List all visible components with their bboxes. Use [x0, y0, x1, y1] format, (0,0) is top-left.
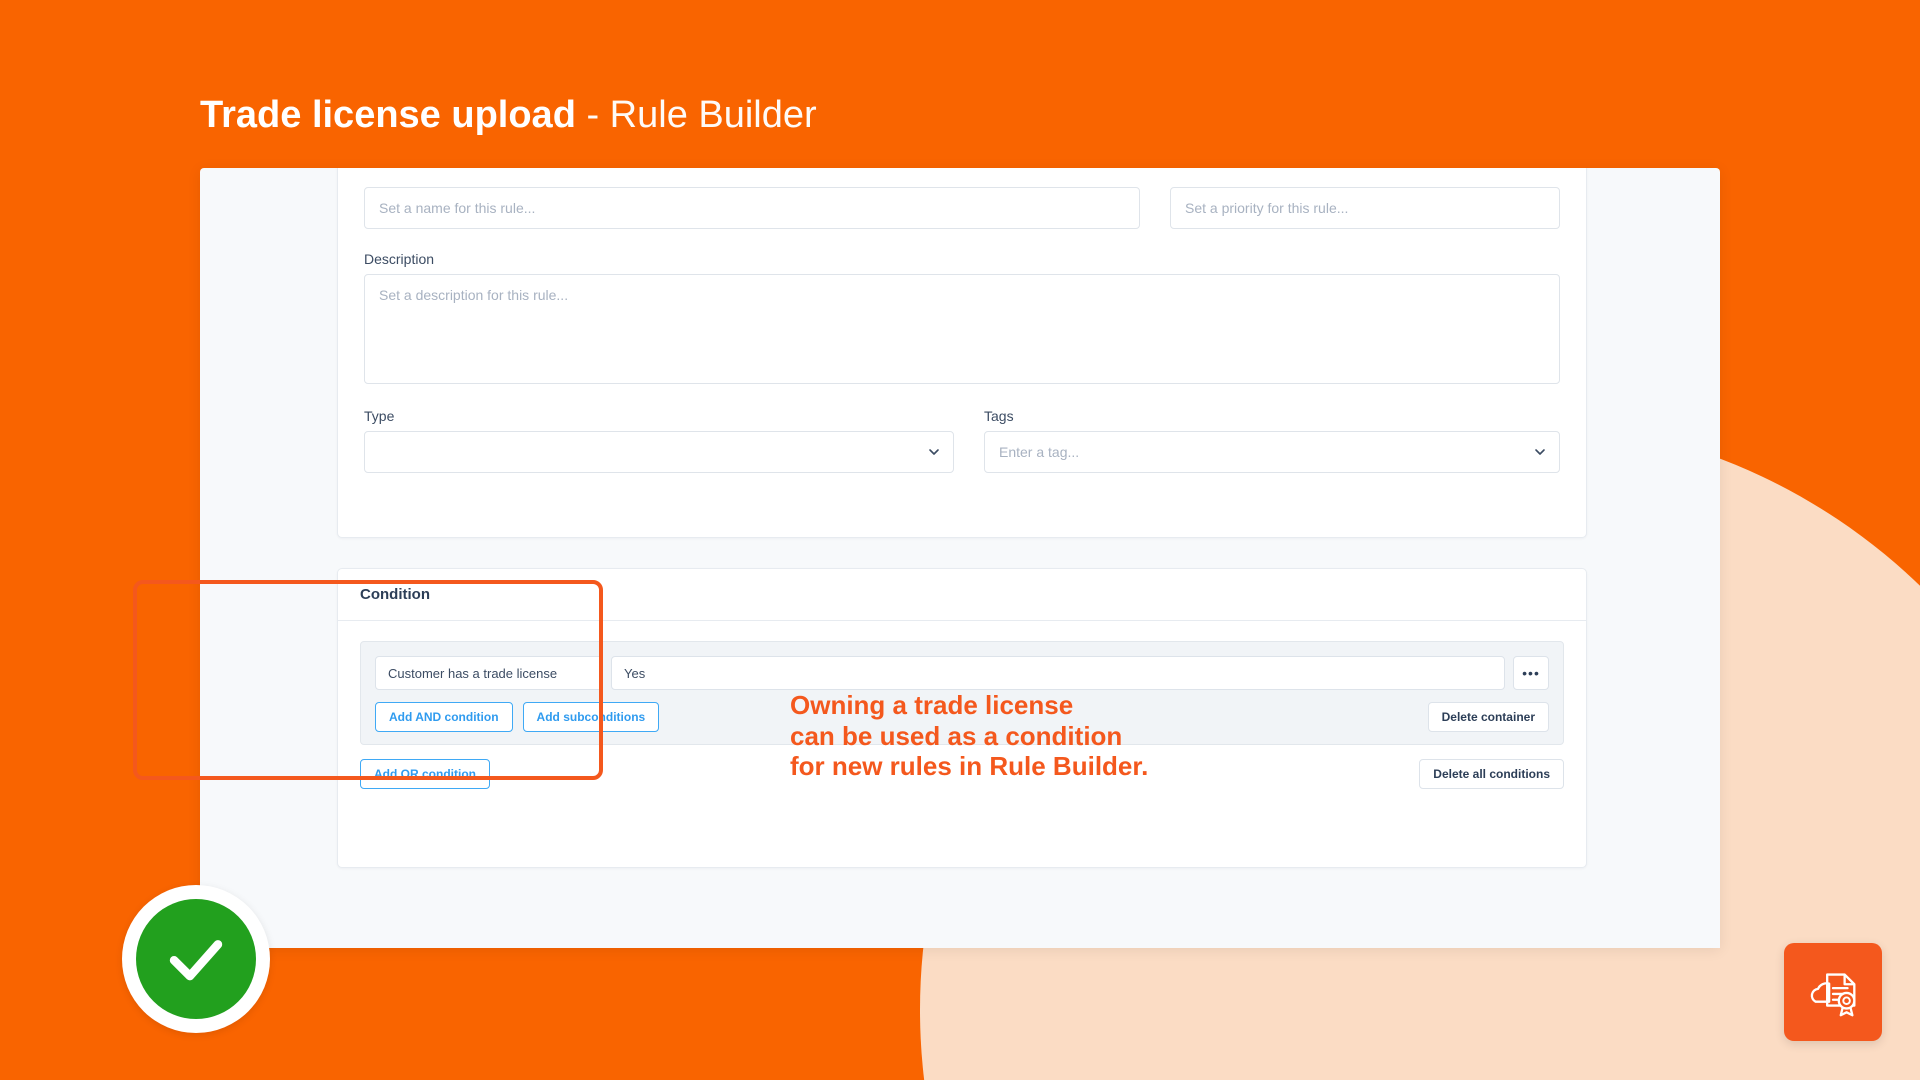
- general-info-panel: Set a name for this rule... Set a priori…: [337, 168, 1587, 538]
- description-label: Description: [364, 251, 435, 267]
- tags-select[interactable]: Enter a tag...: [984, 431, 1560, 473]
- type-label: Type: [364, 408, 395, 424]
- description-field: Description Set a description for this r…: [364, 251, 1560, 384]
- page-title-light: - Rule Builder: [575, 94, 817, 136]
- type-select[interactable]: [364, 431, 954, 473]
- type-tags-row: Type Tags Enter a tag...: [364, 408, 1560, 473]
- condition-row: Customer has a trade license Yes •••: [375, 656, 1549, 690]
- add-and-condition-button[interactable]: Add AND condition: [375, 702, 513, 732]
- annotation-line-2: can be used as a condition: [790, 720, 1123, 751]
- tags-field: Tags Enter a tag...: [984, 408, 1560, 473]
- rule-name-input[interactable]: Set a name for this rule...: [364, 187, 1140, 229]
- check-icon: [136, 899, 256, 1019]
- rule-name-field: Set a name for this rule...: [364, 187, 1140, 229]
- annotation-line-1: Owning a trade license: [790, 690, 1074, 720]
- app-card: Set a name for this rule... Set a priori…: [200, 168, 1720, 948]
- description-textarea[interactable]: Set a description for this rule...: [364, 274, 1560, 384]
- condition-value-input[interactable]: Yes: [611, 656, 1505, 690]
- rule-priority-input[interactable]: Set a priority for this rule...: [1170, 187, 1560, 229]
- type-field: Type: [364, 408, 954, 473]
- delete-container-button[interactable]: Delete container: [1427, 702, 1549, 732]
- add-or-condition-button[interactable]: Add OR condition: [360, 759, 490, 789]
- condition-title: Condition: [338, 569, 1586, 621]
- page-title-strong: Trade license upload: [200, 94, 576, 136]
- condition-more-button[interactable]: •••: [1513, 656, 1549, 690]
- chevron-down-icon: [927, 445, 941, 459]
- name-priority-row: Set a name for this rule... Set a priori…: [364, 187, 1560, 229]
- delete-all-conditions-button[interactable]: Delete all conditions: [1419, 759, 1564, 789]
- add-subconditions-button[interactable]: Add subconditions: [522, 702, 660, 732]
- rule-priority-field: Set a priority for this rule...: [1170, 187, 1560, 229]
- tags-label: Tags: [984, 408, 1014, 424]
- chevron-down-icon: [1533, 445, 1547, 459]
- certificate-upload-icon: [1810, 973, 1856, 1017]
- annotation-callout: Owning a trade license can be used as a …: [790, 690, 1148, 782]
- condition-field-input[interactable]: Customer has a trade license: [375, 656, 603, 690]
- tags-placeholder: Enter a tag...: [999, 444, 1080, 460]
- certificate-upload-tile: [1784, 943, 1882, 1041]
- slide-canvas: Trade license upload - Rule Builder Set …: [0, 0, 1920, 1080]
- success-badge: [122, 885, 270, 1033]
- page-title: Trade license upload - Rule Builder: [200, 94, 817, 137]
- container-left-buttons: Add AND condition Add subconditions: [375, 702, 660, 732]
- annotation-line-3: for new rules in Rule Builder.: [790, 751, 1149, 782]
